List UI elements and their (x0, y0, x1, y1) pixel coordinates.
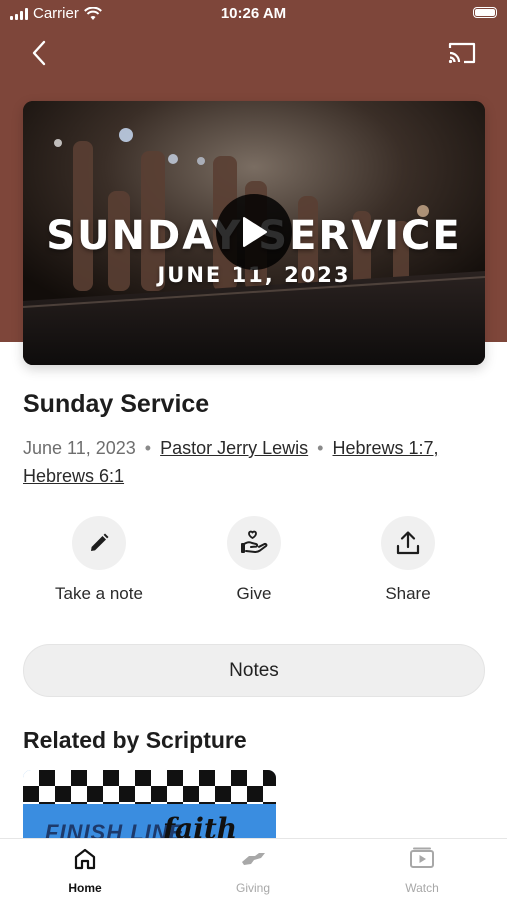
sermon-date: June 11, 2023 (23, 438, 136, 458)
heart-hand-icon (241, 530, 268, 554)
pencil-icon (91, 533, 109, 551)
share-circle[interactable] (381, 516, 435, 570)
sermon-title: Sunday Service (23, 390, 210, 418)
tab-watch[interactable]: Watch (372, 847, 472, 895)
play-button[interactable] (216, 194, 292, 270)
take-note-circle[interactable] (72, 516, 126, 570)
handshake-icon (242, 853, 265, 865)
related-heading: Related by Scripture (23, 727, 247, 753)
chevron-left-icon (32, 40, 46, 66)
status-bar: Carrier 10:26 AM (0, 0, 507, 30)
video-play-icon (410, 847, 434, 868)
tab-giving-label: Giving (235, 881, 270, 895)
share-button[interactable]: Share (343, 516, 473, 604)
give-button[interactable]: Give (189, 516, 319, 604)
checkered-banner (23, 770, 276, 804)
meta-separator: • (144, 438, 152, 458)
battery-icon (473, 7, 497, 18)
sermon-meta: June 11, 2023 • Pastor Jerry Lewis • Heb… (23, 434, 483, 490)
share-label: Share (385, 584, 431, 603)
back-button[interactable] (22, 36, 56, 70)
speaker-link[interactable]: Pastor Jerry Lewis (160, 438, 308, 458)
tab-watch-label: Watch (405, 881, 439, 895)
take-note-label: Take a note (55, 584, 143, 603)
video-player[interactable]: SUNDAY SERVICE JUNE 11, 2023 (23, 101, 485, 365)
meta-separator: • (317, 438, 324, 458)
tab-bar: Home Giving Watch (0, 838, 507, 901)
play-icon (243, 217, 267, 247)
give-circle[interactable] (227, 516, 281, 570)
take-note-button[interactable]: Take a note (34, 516, 164, 604)
status-time: 10:26 AM (220, 5, 287, 22)
tab-home-label: Home (68, 881, 102, 895)
cast-button[interactable] (445, 36, 479, 70)
cast-icon (448, 42, 476, 64)
share-upload-icon (396, 531, 420, 555)
home-icon (74, 848, 96, 870)
notes-button[interactable]: Notes (23, 644, 485, 697)
tab-home[interactable]: Home (35, 847, 135, 895)
tab-giving[interactable]: Giving (203, 847, 303, 895)
give-label: Give (236, 584, 272, 603)
